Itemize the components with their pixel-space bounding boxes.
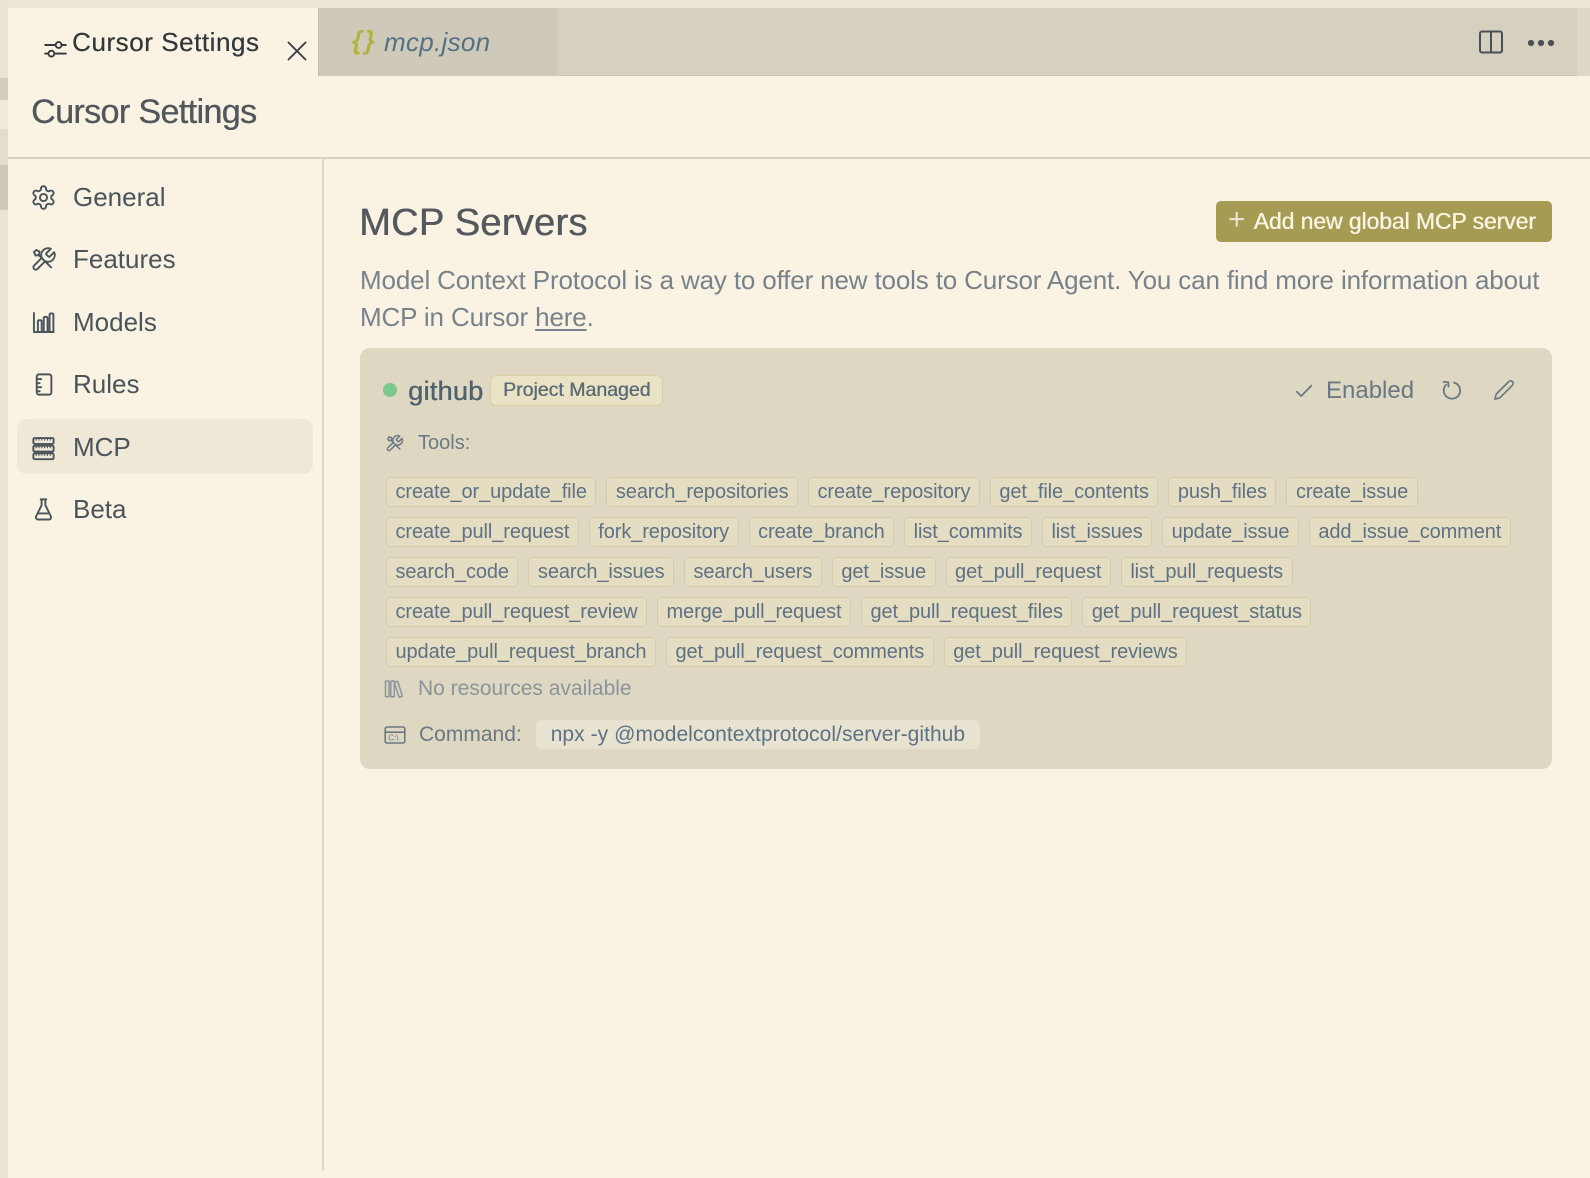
- svg-text:C:\: C:\: [388, 733, 399, 742]
